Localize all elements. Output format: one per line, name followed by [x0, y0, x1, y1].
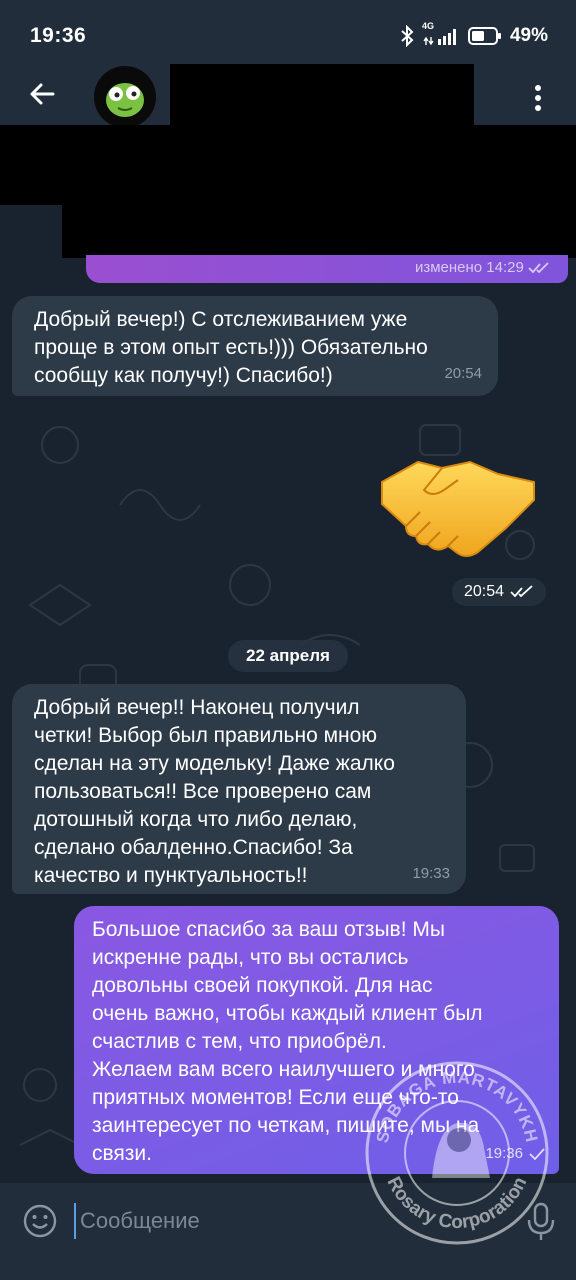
handshake-sticker[interactable] — [378, 456, 540, 564]
message-line: четки! Выбор был правильно мною — [34, 724, 378, 747]
message-time: 20:54 — [444, 365, 482, 382]
redacted-contact-name — [170, 64, 474, 126]
date-separator: 22 апреля — [228, 640, 348, 672]
message-line: сделан на эту модельку! Даже жалко — [34, 752, 395, 775]
emoji-icon — [23, 1204, 57, 1238]
message-line: качество и пунктуальность!! — [34, 864, 308, 887]
sticker-time: 20:54 — [452, 578, 546, 606]
message-edited-time: изменено 14:29 — [415, 259, 550, 276]
message-bubble-incoming[interactable]: Добрый вечер!! Наконец получил четки! Вы… — [12, 684, 466, 894]
message-line: искренне рады, что вы остались — [92, 946, 409, 969]
status-bar: 19:36 4G 49% — [0, 0, 576, 68]
emoji-button[interactable] — [22, 1203, 58, 1239]
message-line: Добрый вечер!! Наконец получил — [34, 696, 360, 719]
message-line: очень важно, чтобы каждый клиент был — [92, 1002, 483, 1025]
message-line: дотошный когда что либо делаю, — [34, 808, 358, 831]
chat-header — [0, 60, 576, 128]
message-line: пользоваться!! Все проверено сам — [34, 780, 372, 803]
signal-icon: 4G — [422, 21, 460, 47]
message-line: довольны своей покупкой. Для нас — [92, 974, 433, 997]
watermark-stamp: SOBAGA MARTAVYKH Rosary Corporation — [362, 1058, 552, 1248]
message-bubble-incoming[interactable]: Добрый вечер!) С отслеживанием уже проще… — [12, 296, 498, 396]
message-line: сообщу как получу!) Спасибо!) — [34, 364, 333, 387]
redacted-region — [0, 125, 576, 205]
message-line: Добрый вечер!) С отслеживанием уже — [34, 308, 408, 331]
message-line: проще в этом опыт есть!))) Обязательно — [34, 336, 428, 359]
battery-level: 49% — [509, 25, 548, 46]
status-time: 19:36 — [30, 24, 87, 47]
more-vertical-icon — [535, 85, 541, 111]
battery-icon — [467, 27, 502, 45]
redacted-region — [62, 200, 576, 258]
message-line: счастлив с тем, что приобрёл. — [92, 1030, 387, 1053]
message-line: Большое спасибо за ваш отзыв! Мы — [92, 918, 445, 941]
message-bubble-outgoing[interactable]: изменено 14:29 — [86, 255, 568, 283]
handshake-icon — [381, 460, 535, 557]
back-button[interactable] — [22, 74, 62, 114]
svg-text:Rosary Corporation: Rosary Corporation — [383, 1174, 532, 1233]
message-time: 19:33 — [412, 865, 450, 882]
arrow-left-icon — [30, 83, 55, 105]
status-icons: 4G 49% — [400, 21, 548, 50]
avatar[interactable] — [94, 66, 156, 128]
message-line: сделано обалденно.Спасибо! За — [34, 836, 353, 859]
bluetooth-icon — [400, 25, 414, 47]
network-type: 4G — [421, 21, 434, 31]
double-check-icon — [528, 262, 549, 274]
menu-button[interactable] — [522, 78, 554, 118]
double-check-icon — [510, 585, 533, 598]
